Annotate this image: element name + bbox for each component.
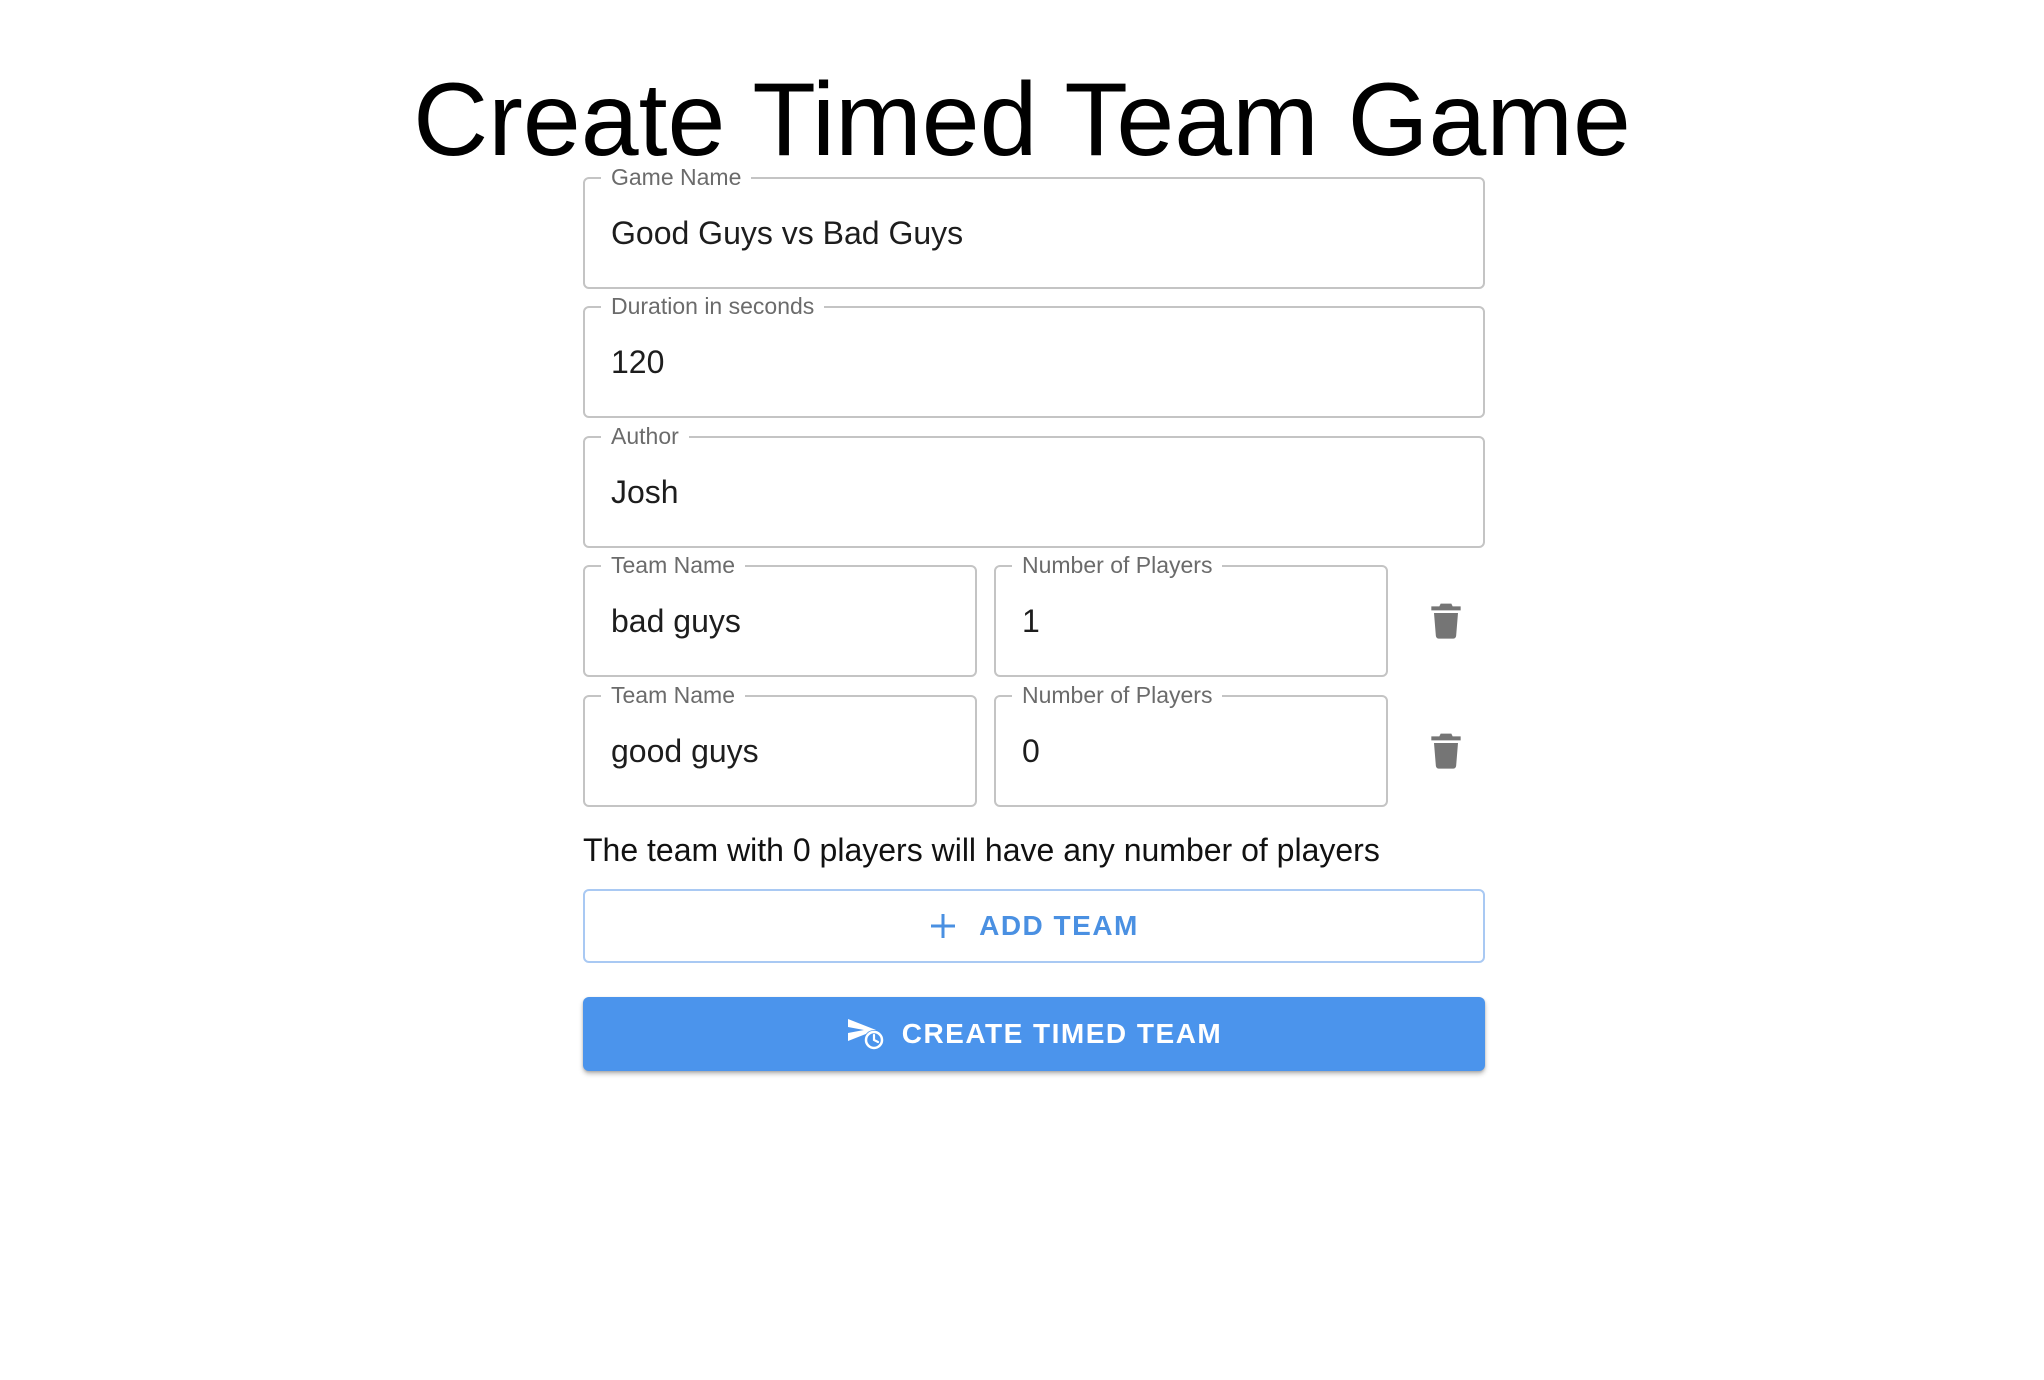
author-field[interactable]: Author — [583, 422, 1485, 548]
author-input[interactable] — [611, 438, 1463, 546]
number-of-players-input[interactable] — [1022, 697, 1366, 805]
team-name-input[interactable] — [611, 697, 955, 805]
add-team-button[interactable]: ADD TEAM — [583, 889, 1485, 963]
team-name-field[interactable]: Team Name — [583, 681, 977, 807]
delete-team-button[interactable] — [1410, 585, 1482, 657]
game-name-field[interactable]: Game Name — [583, 163, 1485, 289]
number-of-players-field[interactable]: Number of Players — [994, 551, 1388, 677]
delete-team-button[interactable] — [1410, 715, 1482, 787]
create-game-page: Create Timed Team Game Game Name Duratio… — [0, 0, 2044, 1380]
trash-icon — [1431, 603, 1461, 639]
duration-input[interactable] — [611, 308, 1463, 416]
team-name-input[interactable] — [611, 567, 955, 675]
create-timed-team-label: CREATE TIMED TEAM — [901, 1018, 1223, 1049]
team-name-field[interactable]: Team Name — [583, 551, 977, 677]
plus-icon — [931, 914, 956, 938]
trash-icon — [1431, 733, 1461, 769]
helper-text: The team with 0 players will have any nu… — [583, 832, 1380, 868]
page-title: Create Timed Team Game — [413, 62, 1631, 178]
game-name-input[interactable] — [611, 179, 1463, 287]
number-of-players-input[interactable] — [1022, 567, 1366, 675]
duration-field[interactable]: Duration in seconds — [583, 292, 1485, 418]
create-timed-team-button[interactable]: CREATE TIMED TEAM — [583, 997, 1485, 1071]
add-team-label: ADD TEAM — [979, 910, 1139, 941]
number-of-players-field[interactable]: Number of Players — [994, 681, 1388, 807]
send-clock-icon — [847, 1019, 884, 1050]
